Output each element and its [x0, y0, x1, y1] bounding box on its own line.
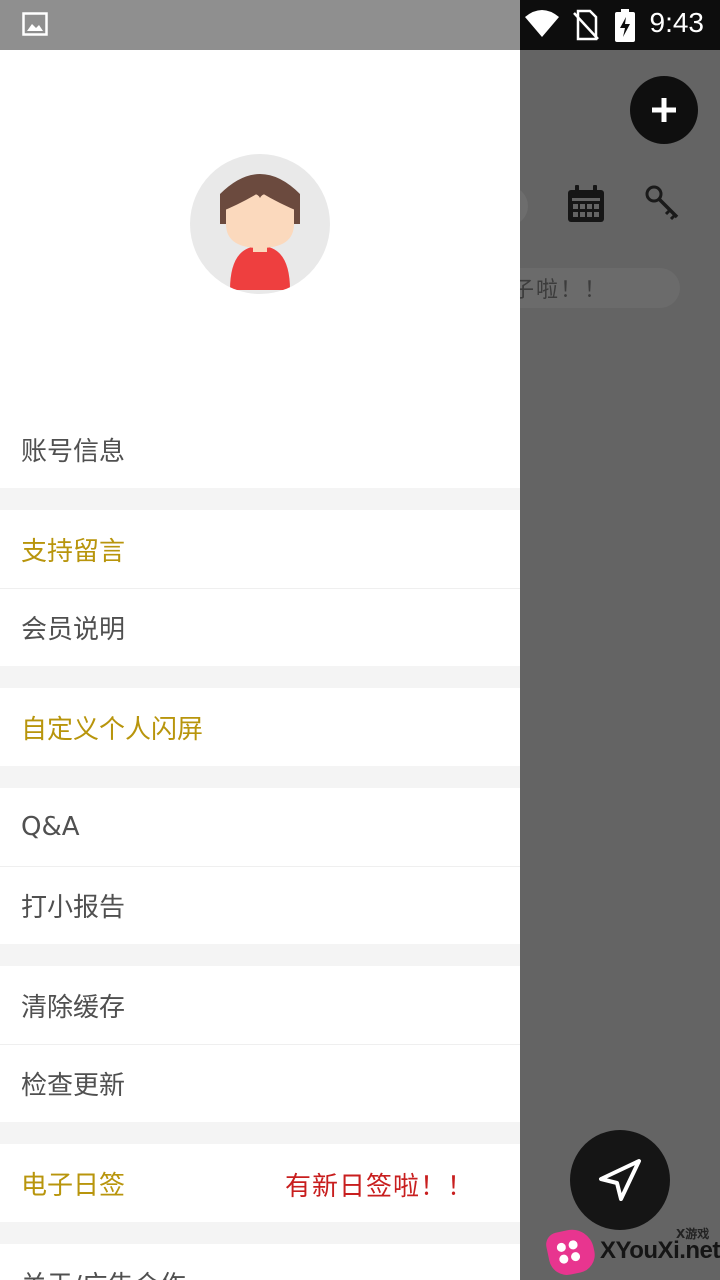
background-app-overlay[interactable]	[520, 50, 720, 1280]
menu-qa[interactable]: Q&A	[0, 788, 520, 866]
menu-clear-cache[interactable]: 清除缓存	[0, 966, 520, 1044]
menu-daily-sign-label: 电子日签	[21, 1170, 126, 1201]
wifi-icon	[525, 10, 559, 37]
section-divider	[0, 1222, 520, 1244]
key-icon[interactable]	[644, 184, 682, 222]
menu-about-ads[interactable]: 关于/广告合作	[0, 1244, 520, 1280]
send-button[interactable]	[570, 1130, 670, 1230]
status-bar: 9:43	[0, 0, 720, 50]
section-divider	[0, 944, 520, 966]
add-button[interactable]	[630, 76, 698, 144]
new-daily-sign-badge: 有新日签啦！！	[284, 1172, 474, 1202]
menu-support-message[interactable]: 支持留言	[0, 510, 520, 588]
watermark-text: XYouXi.net	[600, 1237, 720, 1264]
status-bar-right: 9:43	[520, 0, 720, 50]
avatar[interactable]	[190, 154, 330, 294]
status-time: 9:43	[649, 7, 705, 38]
calendar-icon[interactable]	[566, 184, 606, 224]
menu-account-info[interactable]: 账号信息	[0, 410, 520, 488]
navigation-drawer: 账号信息 支持留言 会员说明 自定义个人闪屏 Q&A 打小报告 清除缓存 检查更…	[0, 50, 520, 1280]
section-divider	[0, 1122, 520, 1144]
gallery-notification-icon	[22, 12, 48, 36]
section-divider	[0, 666, 520, 688]
section-divider	[0, 488, 520, 510]
menu-custom-splash[interactable]: 自定义个人闪屏	[0, 688, 520, 766]
plus-icon	[652, 98, 676, 122]
drawer-header	[0, 50, 520, 410]
menu-check-update[interactable]: 检查更新	[0, 1044, 520, 1122]
send-arrow-icon	[599, 1159, 641, 1201]
menu-member-info[interactable]: 会员说明	[0, 588, 520, 666]
no-sim-icon	[573, 9, 599, 41]
user-avatar-icon	[220, 174, 300, 290]
watermark: X游戏 XYouXi.net	[543, 1222, 720, 1280]
gamepad-logo-icon	[543, 1225, 599, 1279]
menu-daily-sign[interactable]: 电子日签 有新日签啦！！	[0, 1144, 520, 1222]
battery-charging-icon	[615, 9, 635, 42]
background-banner-text: 子啦！！	[512, 278, 609, 303]
section-divider	[0, 766, 520, 788]
menu-report[interactable]: 打小报告	[0, 866, 520, 944]
